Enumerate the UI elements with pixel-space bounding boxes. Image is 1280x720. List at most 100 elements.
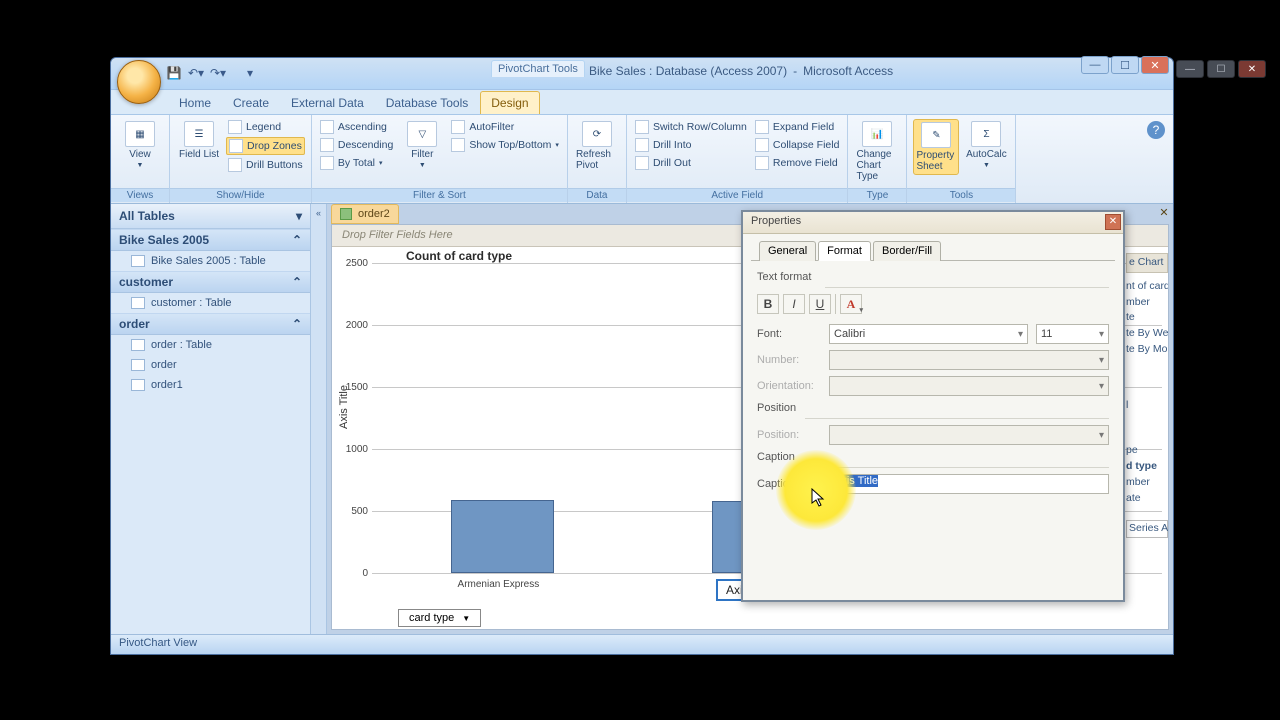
descending-button[interactable]: Descending <box>318 137 395 153</box>
field-list-button[interactable]: ☰Field List <box>176 119 222 162</box>
contextual-tab-label: PivotChart Tools <box>491 60 585 77</box>
help-icon[interactable]: ? <box>1147 121 1165 139</box>
group-showhide-label: Show/Hide <box>170 188 311 202</box>
remove-icon <box>755 156 769 170</box>
properties-titlebar[interactable]: Properties ✕ <box>743 212 1123 234</box>
font-size-combo[interactable]: 11 <box>1036 324 1109 344</box>
field-list-peek: e Chart nt of card mber te te By Wee te … <box>1124 251 1168 621</box>
nav-item-order-table[interactable]: order : Table <box>111 335 310 355</box>
underline-button[interactable]: U <box>809 294 831 314</box>
font-label: Font: <box>757 328 821 340</box>
chart-type-icon: 📊 <box>862 121 892 147</box>
switch-icon <box>635 120 649 134</box>
autofilter-button[interactable]: AutoFilter <box>449 119 561 135</box>
outer-close-icon[interactable]: ✕ <box>1238 60 1266 78</box>
nav-item-order1[interactable]: order1 <box>111 375 310 395</box>
nav-pane: All Tables▾ Bike Sales 2005⌃ Bike Sales … <box>111 204 311 634</box>
form-icon <box>131 359 145 371</box>
maximize-button[interactable]: ☐ <box>1111 56 1139 74</box>
chevron-down-icon: ▾ <box>296 209 302 223</box>
nav-group-order[interactable]: order⌃ <box>111 313 310 335</box>
property-sheet-button[interactable]: ✎Property Sheet <box>913 119 959 175</box>
position-label: Position: <box>757 429 821 441</box>
ascending-icon <box>320 120 334 134</box>
nav-header[interactable]: All Tables▾ <box>111 204 310 229</box>
section-text-format: Text format <box>757 271 811 283</box>
nav-group-customer[interactable]: customer⌃ <box>111 271 310 293</box>
outer-maximize-icon[interactable]: ☐ <box>1207 60 1235 78</box>
tab-create[interactable]: Create <box>223 92 279 114</box>
shutter-button[interactable]: « <box>311 204 327 634</box>
tab-external-data[interactable]: External Data <box>281 92 374 114</box>
change-chart-type-button[interactable]: 📊Change Chart Type <box>854 119 900 184</box>
minimize-button[interactable]: — <box>1081 56 1109 74</box>
chevron-up-icon: ⌃ <box>292 317 302 331</box>
font-combo[interactable]: Calibri <box>829 324 1028 344</box>
qat-redo-icon[interactable]: ↷▾ <box>209 64 227 82</box>
nav-item-customer-table[interactable]: customer : Table <box>111 293 310 313</box>
chevron-up-icon: ⌃ <box>292 233 302 247</box>
expand-icon <box>755 120 769 134</box>
qat-undo-icon[interactable]: ↶▾ <box>187 64 205 82</box>
ascending-button[interactable]: Ascending <box>318 119 395 135</box>
nav-item-order[interactable]: order <box>111 355 310 375</box>
bar <box>451 500 554 573</box>
office-orb-icon[interactable] <box>117 60 161 104</box>
position-combo <box>829 425 1109 445</box>
drop-zones-icon <box>229 139 243 153</box>
refresh-icon: ⟳ <box>582 121 612 147</box>
filter-button[interactable]: ▽Filter▼ <box>399 119 445 171</box>
view-button[interactable]: ▦View▼ <box>117 119 163 171</box>
switch-row-column-button[interactable]: Switch Row/Column <box>633 119 749 135</box>
properties-window[interactable]: Properties ✕ General Format Border/Fill … <box>741 210 1125 602</box>
ribbon: ▦View▼ Views ☰Field List Legend Drop Zon… <box>111 114 1173 204</box>
orientation-combo <box>829 376 1109 396</box>
remove-field-button[interactable]: Remove Field <box>753 155 842 171</box>
bold-button[interactable]: B <box>757 294 779 314</box>
caption-input[interactable]: Axis Title <box>829 474 1109 494</box>
tab-format[interactable]: Format <box>818 241 871 261</box>
nav-group-bikesales[interactable]: Bike Sales 2005⌃ <box>111 229 310 251</box>
autocalc-button[interactable]: ΣAutoCalc▼ <box>963 119 1009 171</box>
refresh-pivot-button[interactable]: ⟳Refresh Pivot <box>574 119 620 173</box>
tab-design[interactable]: Design <box>480 91 539 114</box>
nav-item-bikesales-table[interactable]: Bike Sales 2005 : Table <box>111 251 310 271</box>
tab-home[interactable]: Home <box>169 92 221 114</box>
x-label: Armenian Express <box>396 579 601 590</box>
collapse-field-button[interactable]: Collapse Field <box>753 137 842 153</box>
table-icon <box>131 297 145 309</box>
show-top-bottom-button[interactable]: Show Top/Bottom▾ <box>449 137 561 153</box>
view-icon: ▦ <box>125 121 155 147</box>
tab-database-tools[interactable]: Database Tools <box>376 92 479 114</box>
drill-buttons-button[interactable]: Drill Buttons <box>226 157 305 173</box>
y-tick: 0 <box>362 568 368 579</box>
drill-into-button[interactable]: Drill Into <box>633 137 749 153</box>
card-type-dropdown[interactable]: card type <box>398 609 481 627</box>
status-bar: PivotChart View <box>111 634 1173 654</box>
y-tick: 1500 <box>346 382 368 393</box>
drill-buttons-icon <box>228 158 242 172</box>
tab-general[interactable]: General <box>759 241 816 261</box>
drop-zones-button[interactable]: Drop Zones <box>226 137 305 155</box>
chevron-up-icon: ⌃ <box>292 275 302 289</box>
document-close-icon[interactable]: ✕ <box>1157 206 1171 220</box>
outer-minimize-icon[interactable]: — <box>1176 60 1204 78</box>
properties-close-button[interactable]: ✕ <box>1105 214 1121 230</box>
qat-save-icon[interactable]: 💾 <box>165 64 183 82</box>
by-total-button[interactable]: By Total▾ <box>318 155 395 171</box>
legend-icon <box>228 120 242 134</box>
close-button[interactable]: ✕ <box>1141 56 1169 74</box>
qat-customize-icon[interactable]: ▾ <box>241 64 259 82</box>
expand-field-button[interactable]: Expand Field <box>753 119 842 135</box>
document-tab[interactable]: order2 <box>331 204 399 224</box>
italic-button[interactable]: I <box>783 294 805 314</box>
font-color-button[interactable]: A <box>840 294 862 314</box>
section-caption: Caption <box>757 451 795 463</box>
drill-out-button[interactable]: Drill Out <box>633 155 749 171</box>
group-tools-label: Tools <box>907 188 1015 202</box>
table-icon <box>131 255 145 267</box>
legend-button[interactable]: Legend <box>226 119 305 135</box>
tab-border-fill[interactable]: Border/Fill <box>873 241 941 261</box>
app-window: 💾 ↶▾ ↷▾ ▾ PivotChart Tools Bike Sales : … <box>110 57 1174 655</box>
orientation-label: Orientation: <box>757 380 821 392</box>
